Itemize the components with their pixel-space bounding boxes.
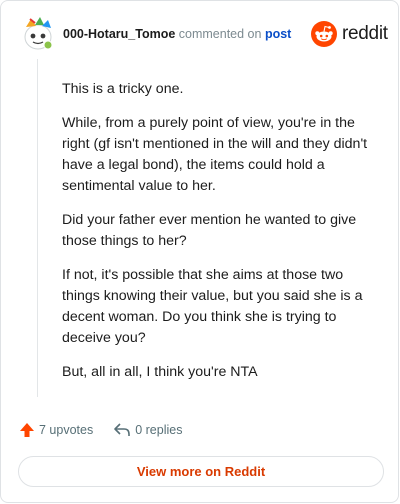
upvote-button[interactable]: 7 upvotes [19,422,93,438]
reply-count: 0 replies [135,423,183,437]
comment-paragraph: Did your father ever mention he wanted t… [62,212,357,249]
embedded-comment-card: 000-Hotaru_Tomoe commented on post reddi… [0,0,399,503]
comment-body: This is a tricky one. While, from a pure… [62,79,380,396]
upvote-count: 7 upvotes [39,423,94,437]
comment-meta: 000-Hotaru_Tomoe commented on post [63,27,291,41]
comment-paragraph: This is a tricky one. [62,81,184,97]
thread-line [37,59,38,397]
comment-actions: 7 upvotes 0 replies [19,422,182,438]
reply-arrow-icon [114,423,131,436]
reddit-brand[interactable]: reddit [311,21,388,47]
upvote-arrow-icon [20,423,34,437]
comment-paragraph: While, from a purely point of view, you'… [62,115,368,194]
reddit-wordmark: reddit [342,23,388,44]
reply-button[interactable]: 0 replies [113,422,182,438]
comment-header: 000-Hotaru_Tomoe commented on post reddi… [1,1,398,61]
view-more-button[interactable]: View more on Reddit [18,456,384,487]
snoo-avatar-icon[interactable] [21,15,55,51]
comment-paragraph: But, all in all, I think you're NTA [62,364,258,380]
comment-paragraph: If not, it's possible that she aims at t… [62,267,363,346]
username-link[interactable]: 000-Hotaru_Tomoe [63,27,175,41]
post-link[interactable]: post [265,27,291,41]
reddit-logo-icon [311,21,337,47]
action-text: commented on [178,27,262,41]
